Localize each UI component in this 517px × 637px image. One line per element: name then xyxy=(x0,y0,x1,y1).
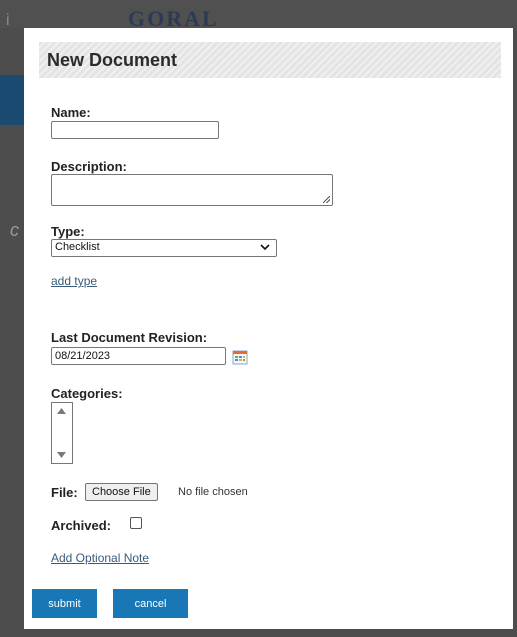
choose-file-button[interactable]: Choose File xyxy=(85,483,158,501)
name-label: Name: xyxy=(51,105,91,120)
file-status-text: No file chosen xyxy=(178,486,248,498)
cancel-button[interactable]: cancel xyxy=(113,589,188,618)
description-textarea[interactable] xyxy=(51,174,333,206)
dialog-header: New Document xyxy=(39,42,501,78)
scroll-down-arrow[interactable] xyxy=(53,448,70,462)
file-label: File: xyxy=(51,485,78,500)
categories-listbox[interactable] xyxy=(51,402,73,464)
background-text-fragment: c xyxy=(10,220,19,240)
type-selected-value: Checklist xyxy=(55,241,100,253)
last-revision-date-input[interactable] xyxy=(51,347,226,365)
triangle-up-icon xyxy=(57,408,66,414)
last-revision-label: Last Document Revision: xyxy=(51,330,208,345)
dialog-title: New Document xyxy=(47,50,178,70)
resize-grip-icon[interactable] xyxy=(323,196,330,203)
new-document-dialog: New Document Name: Description: Type: Ch… xyxy=(24,28,513,629)
archived-label: Archived: xyxy=(51,518,111,533)
add-optional-note-link[interactable]: Add Optional Note xyxy=(51,551,149,565)
type-select[interactable]: Checklist xyxy=(51,239,277,257)
chevron-down-icon xyxy=(260,244,270,251)
archived-checkbox[interactable] xyxy=(130,517,142,529)
description-label: Description: xyxy=(51,159,127,174)
name-input[interactable] xyxy=(51,121,219,139)
categories-label: Categories: xyxy=(51,386,123,401)
background-nav-tab xyxy=(0,75,24,125)
background-text-fragment: i xyxy=(6,12,10,29)
background-header xyxy=(0,0,517,28)
submit-button[interactable]: submit xyxy=(32,589,97,618)
type-label: Type: xyxy=(51,224,85,239)
add-type-link[interactable]: add type xyxy=(51,274,97,288)
scroll-up-arrow[interactable] xyxy=(53,404,70,418)
triangle-down-icon xyxy=(57,452,66,458)
calendar-icon[interactable] xyxy=(232,349,248,365)
